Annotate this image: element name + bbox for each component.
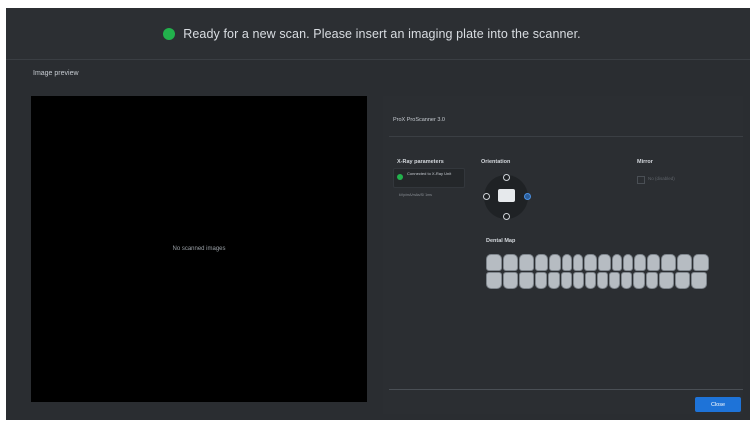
tooth-icon[interactable] (659, 272, 674, 289)
tooth-icon[interactable] (486, 272, 502, 289)
image-preview-area[interactable]: No scanned images (31, 96, 367, 402)
tooth-icon[interactable] (647, 254, 660, 271)
tooth-icon[interactable] (561, 272, 572, 289)
tooth-icon[interactable] (691, 272, 707, 289)
close-button[interactable]: Close (695, 397, 741, 412)
imaging-plate-icon (498, 189, 515, 202)
tooth-icon[interactable] (675, 272, 690, 289)
connection-indicator-icon (397, 174, 403, 180)
status-message: Ready for a new scan. Please insert an i… (183, 26, 581, 41)
app-window: Ready for a new scan. Please insert an i… (6, 8, 750, 420)
tooth-icon[interactable] (584, 254, 597, 271)
tooth-icon[interactable] (693, 254, 709, 271)
orientation-bottom-radio[interactable] (503, 213, 510, 220)
dental-map-title: Dental Map (486, 238, 516, 244)
mirror-title: Mirror (637, 159, 653, 165)
orientation-title: Orientation (481, 159, 511, 165)
orientation-top-radio[interactable] (503, 174, 510, 181)
tooth-icon[interactable] (585, 272, 596, 289)
xray-parameters-values: kVp/mA/mAs/S/ 1ms (399, 193, 432, 197)
tooth-icon[interactable] (633, 272, 645, 289)
xray-connection-status: Connected to X-Ray Unit (393, 168, 465, 188)
tooth-icon[interactable] (535, 272, 547, 289)
scanner-title: ProX ProScanner 3.0 (393, 117, 445, 123)
orientation-right-radio[interactable] (524, 193, 531, 200)
tooth-icon[interactable] (503, 254, 518, 271)
footer-divider (389, 389, 743, 390)
image-preview-label: Image preview (33, 70, 79, 77)
scanner-panel: ProX ProScanner 3.0 X-Ray parameters Con… (383, 96, 743, 414)
tooth-icon[interactable] (548, 272, 560, 289)
tooth-icon[interactable] (661, 254, 676, 271)
mirror-option-label: No (disabled) (648, 176, 675, 181)
xray-parameters-title: X-Ray parameters (397, 159, 444, 165)
status-bar: Ready for a new scan. Please insert an i… (6, 8, 750, 60)
status-indicator-icon (163, 27, 176, 40)
tooth-icon[interactable] (573, 254, 583, 271)
tooth-icon[interactable] (503, 272, 518, 289)
tooth-icon[interactable] (609, 272, 620, 289)
tooth-icon[interactable] (621, 272, 632, 289)
tooth-icon[interactable] (486, 254, 502, 271)
upper-teeth-row (486, 254, 709, 271)
tooth-icon[interactable] (634, 254, 646, 271)
lower-teeth-row (486, 272, 707, 289)
tooth-icon[interactable] (623, 254, 633, 271)
tooth-icon[interactable] (598, 254, 611, 271)
connection-status-text: Connected to X-Ray Unit (407, 171, 452, 176)
tooth-icon[interactable] (573, 272, 584, 289)
divider (389, 136, 743, 137)
tooth-icon[interactable] (562, 254, 572, 271)
tooth-icon[interactable] (549, 254, 561, 271)
tooth-icon[interactable] (535, 254, 548, 271)
orientation-left-radio[interactable] (483, 193, 490, 200)
tooth-icon[interactable] (612, 254, 622, 271)
subheader (6, 60, 750, 90)
tooth-icon[interactable] (597, 272, 608, 289)
preview-empty-text: No scanned images (172, 246, 226, 252)
tooth-icon[interactable] (519, 254, 534, 271)
tooth-icon[interactable] (677, 254, 692, 271)
mirror-checkbox[interactable] (637, 176, 645, 184)
tooth-icon[interactable] (646, 272, 658, 289)
tooth-icon[interactable] (519, 272, 534, 289)
